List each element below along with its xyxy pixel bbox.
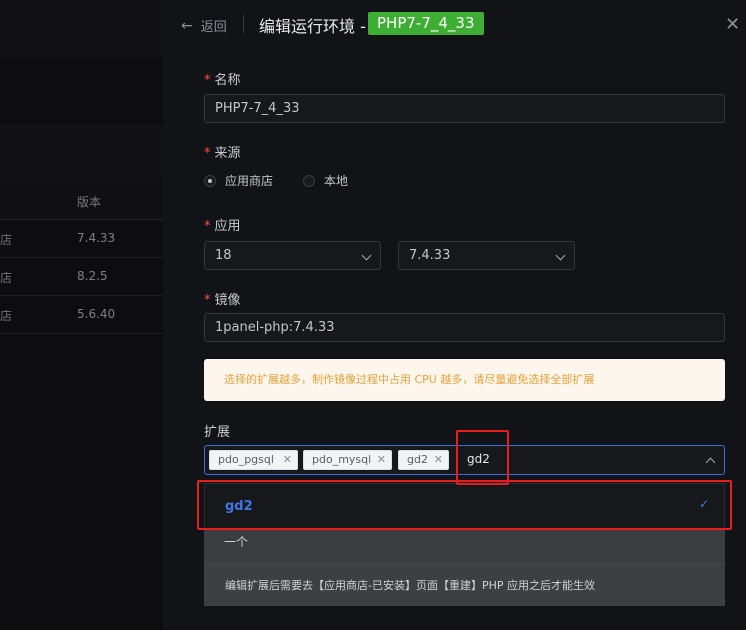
table-cell-source: 店 [0,309,13,323]
table-row: 店 5.6.40 [0,296,163,334]
name-input[interactable]: PHP7-7_4_33 [204,94,725,123]
app-select[interactable]: 18 [204,241,381,270]
warning-alert: 选择的扩展越多，制作镜像过程中占用 CPU 越多，请尽量避免选择全部扩展 [204,359,725,401]
table-cell-source: 店 [0,233,13,247]
chip-close-icon[interactable]: ✕ [283,451,292,469]
edit-runtime-drawer: ← 返回 编辑运行环境 - PHP7-7_4_33 ✕ * 名称 PHP7-7_4… [163,0,746,630]
chevron-up-icon[interactable] [705,457,716,468]
image-input[interactable]: 1panel-php:7.4.33 [204,313,725,342]
chip-close-icon[interactable]: ✕ [377,451,386,469]
table-header: 版本 [0,182,163,220]
required-mark: * [204,293,211,308]
version-select-value: 7.4.33 [409,248,451,263]
table-cell-version: 5.6.40 [77,307,116,321]
drawer-title: 编辑运行环境 - [259,17,366,36]
chip-close-icon[interactable]: ✕ [434,451,443,469]
back-button[interactable]: ← 返回 [181,16,227,36]
extension-chip: gd2 ✕ [398,450,449,470]
image-label: * 镜像 [204,293,241,308]
table-cell-version: 8.2.5 [77,269,108,283]
highlight-box-typed-input [456,430,509,485]
background-band [0,124,163,182]
chevron-down-icon [361,250,372,261]
required-mark: * [204,219,211,234]
source-radio-group: 应用商店 本地 [204,172,348,189]
radio-local-label[interactable]: 本地 [324,172,348,189]
extensions-hint: 编辑扩展后需要去【应用商店-已安装】页面【重建】PHP 应用之后才能生效 [204,563,725,606]
chevron-down-icon [555,250,566,261]
extension-chip: pdo_mysql ✕ [303,450,392,470]
radio-app-store[interactable] [204,174,216,187]
screen: 版本 店 7.4.33 店 8.2.5 店 5.6.40 ← 返回 编辑运行环境… [0,0,746,630]
close-icon[interactable]: ✕ [725,14,740,35]
table-row: 店 7.4.33 [0,220,163,258]
background-band [0,0,163,58]
column-header-version: 版本 [77,195,102,209]
name-label: * 名称 [204,73,241,88]
extensions-label: 扩展 [204,425,231,440]
app-label: * 应用 [204,219,241,234]
version-select[interactable]: 7.4.33 [398,241,575,270]
arrow-left-icon: ← [181,17,193,34]
back-label: 返回 [200,20,227,35]
highlight-box-dropdown-option [197,480,732,530]
obscured-content: 一个 [204,529,725,563]
table-cell-source: 店 [0,271,13,285]
app-select-value: 18 [215,248,232,263]
extension-chip: pdo_pgsql ✕ [209,450,298,470]
table-cell-version: 7.4.33 [77,231,116,245]
radio-app-store-label[interactable]: 应用商店 [225,172,273,189]
header-divider [243,15,244,33]
source-label: * 来源 [204,146,241,161]
radio-local[interactable] [303,174,316,187]
drawer-header: ← 返回 编辑运行环境 - PHP7-7_4_33 ✕ [163,0,746,48]
table-row: 店 8.2.5 [0,258,163,296]
background-page: 版本 店 7.4.33 店 8.2.5 店 5.6.40 [0,0,163,630]
runtime-name-tag: PHP7-7_4_33 [368,12,484,35]
required-mark: * [204,73,211,88]
required-mark: * [204,146,211,161]
